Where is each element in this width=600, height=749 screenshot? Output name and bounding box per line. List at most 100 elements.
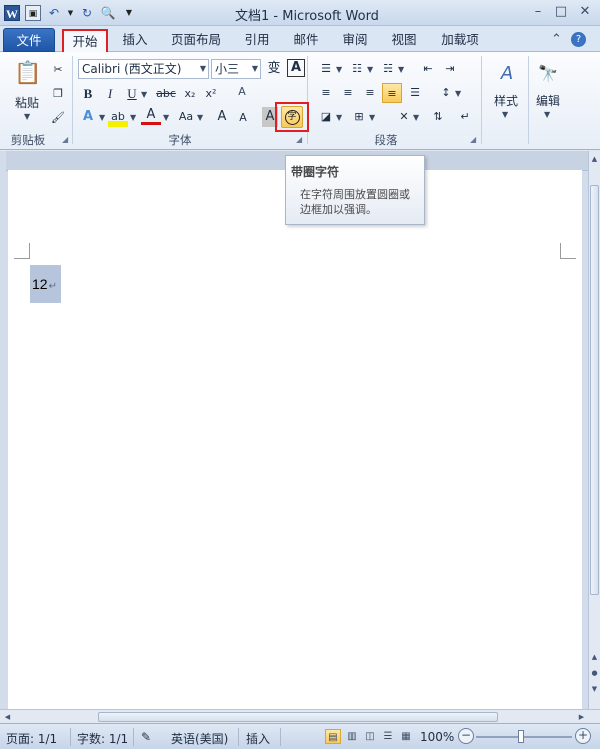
page-count[interactable]: 页面: 1/1	[6, 730, 57, 747]
language[interactable]: 英语(美国)	[171, 730, 228, 747]
enclose-characters-button[interactable]: 字	[281, 106, 303, 128]
line-spacing-icon[interactable]: ↕	[436, 83, 456, 103]
maximize-icon[interactable]: □	[550, 3, 572, 21]
font-size-select[interactable]: 小三 ▼	[211, 59, 261, 79]
justify-icon[interactable]: ≡	[382, 83, 402, 103]
editing-button-label[interactable]: 编辑	[528, 92, 568, 109]
styles-dropdown-icon[interactable]: ▼	[502, 110, 508, 119]
superscript-button[interactable]: x²	[201, 84, 221, 104]
numbering-icon[interactable]: ☷	[347, 59, 367, 79]
word-app-icon[interactable]: W	[4, 5, 20, 21]
tab-home[interactable]: 开始	[62, 29, 108, 54]
proofing-icon[interactable]: ✎	[141, 730, 151, 744]
align-center-icon[interactable]: ≡	[338, 83, 358, 103]
underline-dropdown-icon[interactable]: ▼	[141, 90, 147, 99]
paste-dropdown-icon[interactable]: ▼	[24, 112, 30, 121]
borders-dropdown-icon[interactable]: ▼	[369, 113, 375, 122]
undo-icon[interactable]: ↶	[46, 5, 62, 21]
shading-dropdown-icon[interactable]: ▼	[336, 113, 342, 122]
font-color-icon[interactable]: A	[141, 106, 161, 125]
character-border-icon[interactable]: A	[287, 59, 305, 77]
font-launcher-icon[interactable]: ◢	[296, 135, 302, 144]
italic-button[interactable]: I	[100, 84, 120, 104]
tab-review[interactable]: 审阅	[338, 29, 372, 51]
editing-dropdown-icon[interactable]: ▼	[544, 110, 550, 119]
customize-quick-access-icon[interactable]: ▼	[121, 5, 137, 21]
clipboard-paste-icon[interactable]: 📋	[14, 58, 42, 90]
save-icon[interactable]: ▣	[25, 5, 41, 21]
help-icon[interactable]: ?	[571, 32, 586, 47]
vertical-scrollbar[interactable]: ▲ ▲ ● ▼	[588, 151, 600, 709]
vertical-scroll-thumb[interactable]	[590, 185, 599, 595]
change-case-icon[interactable]: Aa	[175, 107, 197, 127]
scroll-up-icon[interactable]: ▲	[589, 651, 600, 663]
phonetic-guide-icon[interactable]: 变	[264, 59, 284, 79]
bullets-icon[interactable]: ☰	[316, 59, 336, 79]
font-color-dropdown-icon[interactable]: ▼	[163, 113, 169, 122]
scroll-up-icon[interactable]: ▲	[589, 153, 600, 165]
copy-icon[interactable]: ❐	[48, 84, 68, 104]
line-spacing-dropdown-icon[interactable]: ▼	[455, 89, 461, 98]
change-case-dropdown-icon[interactable]: ▼	[197, 113, 203, 122]
strikethrough-button[interactable]: abc	[154, 84, 178, 104]
horizontal-scroll-thumb[interactable]	[98, 712, 498, 722]
scroll-down-icon[interactable]: ▼	[589, 683, 600, 695]
scroll-right-icon[interactable]: ▶	[576, 711, 587, 723]
decrease-indent-icon[interactable]: ⇤	[418, 59, 438, 79]
outline-view-icon[interactable]: ☰	[380, 729, 396, 744]
zoom-out-button[interactable]: −	[458, 728, 474, 744]
sort-icon[interactable]: ⇅	[428, 107, 448, 127]
numbering-dropdown-icon[interactable]: ▼	[367, 65, 373, 74]
highlight-color-icon[interactable]: ab	[108, 107, 128, 127]
document-text[interactable]: 12↵	[32, 276, 57, 292]
scroll-left-icon[interactable]: ◀	[2, 711, 13, 723]
text-effects-dropdown-icon[interactable]: ▼	[99, 113, 105, 122]
font-name-select[interactable]: Calibri (西文正文) ▼	[78, 59, 209, 79]
zoom-in-button[interactable]: +	[575, 728, 591, 744]
tab-references[interactable]: 引用	[240, 29, 274, 51]
tab-view[interactable]: 视图	[387, 29, 421, 51]
print-layout-view-icon[interactable]: ▤	[325, 729, 341, 744]
styles-icon[interactable]: A	[494, 60, 520, 88]
tab-page-layout[interactable]: 页面布局	[167, 29, 225, 51]
minimize-icon[interactable]: –	[527, 3, 549, 21]
show-hide-marks-icon[interactable]: ↵	[455, 107, 475, 127]
insert-mode[interactable]: 插入	[246, 730, 270, 747]
zoom-slider-track[interactable]	[476, 736, 572, 738]
align-left-icon[interactable]: ≡	[316, 83, 336, 103]
chinese-layout-icon[interactable]: ✕	[394, 107, 414, 127]
multilevel-dropdown-icon[interactable]: ▼	[398, 65, 404, 74]
paste-button-label[interactable]: 粘贴	[10, 94, 44, 111]
subscript-button[interactable]: x₂	[180, 84, 200, 104]
paragraph-launcher-icon[interactable]: ◢	[470, 135, 476, 144]
horizontal-scrollbar[interactable]: ◀ ▶	[0, 709, 600, 723]
tab-addins[interactable]: 加载项	[436, 29, 484, 51]
tab-insert[interactable]: 插入	[117, 29, 153, 51]
undo-dropdown-icon[interactable]: ▼	[67, 5, 74, 21]
shrink-font-icon[interactable]: A	[233, 108, 253, 128]
web-layout-icon[interactable]: ◫	[362, 729, 378, 744]
shading-icon[interactable]: ◪	[316, 107, 336, 127]
document-page[interactable]	[8, 170, 582, 709]
tab-file[interactable]: 文件	[3, 28, 55, 52]
zoom-level[interactable]: 100%	[420, 730, 454, 744]
bullets-dropdown-icon[interactable]: ▼	[336, 65, 342, 74]
binoculars-icon[interactable]: 🔭	[535, 60, 561, 88]
multilevel-list-icon[interactable]: ☵	[378, 59, 398, 79]
highlight-dropdown-icon[interactable]: ▼	[130, 113, 136, 122]
tab-mailings[interactable]: 邮件	[289, 29, 323, 51]
align-right-icon[interactable]: ≡	[360, 83, 380, 103]
grow-font-icon[interactable]: A	[212, 107, 232, 127]
close-icon[interactable]: ✕	[574, 3, 596, 21]
bold-button[interactable]: B	[78, 84, 98, 104]
cut-icon[interactable]: ✂	[48, 60, 68, 80]
distributed-icon[interactable]: ☰	[405, 83, 425, 103]
minimize-ribbon-icon[interactable]: ⌃	[551, 32, 562, 47]
styles-button-label[interactable]: 样式	[486, 92, 526, 109]
browse-object-icon[interactable]: ●	[589, 667, 600, 679]
text-effects-icon[interactable]: A	[78, 107, 98, 127]
full-screen-reading-icon[interactable]: ▥	[344, 729, 360, 744]
word-count[interactable]: 字数: 1/1	[77, 730, 128, 747]
increase-indent-icon[interactable]: ⇥	[440, 59, 460, 79]
zoom-slider-knob[interactable]	[518, 730, 524, 743]
